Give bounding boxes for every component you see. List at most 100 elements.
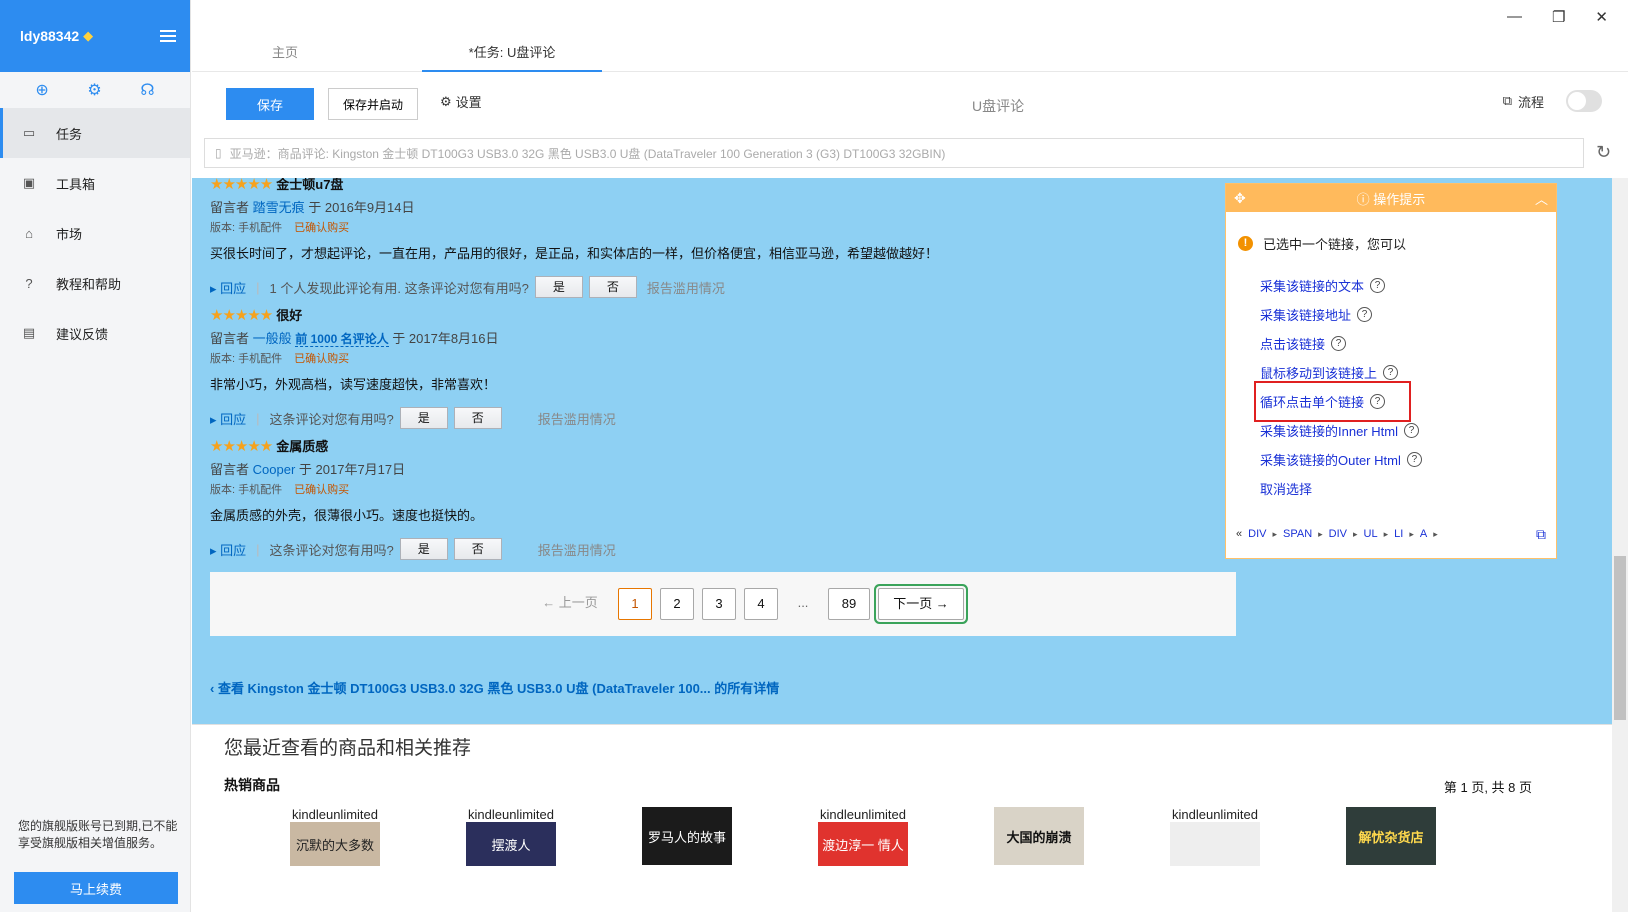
page-link[interactable]: 3	[702, 588, 736, 620]
settings-button[interactable]: ⚙ 设置	[440, 92, 482, 111]
extract-link-url-option[interactable]: 采集该链接地址?	[1260, 300, 1556, 329]
page-link[interactable]: 2	[660, 588, 694, 620]
save-and-start-button[interactable]: 保存并启动	[328, 88, 418, 120]
collapse-icon[interactable]: ︿	[1535, 189, 1548, 208]
add-icon[interactable]: ⊕	[35, 80, 48, 100]
section-title: 您最近查看的商品和相关推荐	[224, 738, 472, 759]
sidebar-item-toolbox[interactable]: ▣ 工具箱	[0, 158, 190, 208]
review-title[interactable]: 很好	[276, 308, 302, 323]
headset-icon[interactable]: ☊	[140, 80, 154, 100]
flow-label: 流程	[1517, 94, 1544, 110]
path-node[interactable]: A	[1420, 528, 1427, 540]
all-details-link[interactable]: ‹ 查看 Kingston 金士顿 DT100G3 USB3.0 32G 黑色 …	[210, 678, 779, 697]
user-account[interactable]: ldy88342 ◆	[20, 28, 93, 44]
sidebar-item-help[interactable]: ? 教程和帮助	[0, 258, 190, 308]
renew-button[interactable]: 马上续费	[14, 872, 178, 904]
review-prefix: 留言者	[210, 462, 250, 477]
review-date: 于 2016年9月14日	[308, 200, 415, 215]
double-chevron-left-icon[interactable]: «	[1236, 528, 1242, 540]
reply-link[interactable]: ▸ 回应	[210, 540, 246, 559]
scrollbar-thumb[interactable]	[1614, 556, 1626, 720]
path-node[interactable]: DIV	[1329, 528, 1347, 540]
helpful-yes-button[interactable]: 是	[534, 276, 583, 298]
review-body: 买很长时间了，才想起评论，一直在用，产品用的很好，是正品，和实体店的一样，但价格…	[210, 246, 939, 261]
option-label: 采集该链接地址	[1260, 308, 1352, 323]
loop-click-link-option[interactable]: 循环点击单个链接?	[1254, 381, 1411, 422]
page-link-last[interactable]: 89	[828, 588, 870, 620]
option-label: 采集该链接的Outer Html	[1260, 453, 1401, 468]
divider: |	[256, 541, 260, 557]
drag-handle-icon[interactable]: ✥	[1234, 190, 1246, 207]
report-abuse-link[interactable]: 报告滥用情况	[538, 540, 616, 559]
page-link[interactable]: 4	[744, 588, 778, 620]
review-title[interactable]: 金属质感	[276, 439, 328, 454]
book-carousel: kindleunlimited 沉默的大多数 kindleunlimited 摆渡人…	[288, 807, 1438, 867]
path-node[interactable]: LI	[1394, 528, 1403, 540]
helpful-yes-button[interactable]: 是	[399, 538, 448, 560]
book-cover: 摆渡人	[466, 822, 556, 866]
tab-task[interactable]: *任务: U盘评论	[422, 42, 602, 72]
report-abuse-link[interactable]: 报告滥用情况	[538, 409, 616, 428]
cancel-selection-option[interactable]: 取消选择	[1260, 474, 1556, 503]
help-circle-icon[interactable]: ?	[1403, 423, 1419, 438]
sidebar-item-feedback[interactable]: ▤ 建议反馈	[0, 308, 190, 358]
page-link-current[interactable]: 1	[618, 588, 652, 620]
help-circle-icon[interactable]: ?	[1370, 394, 1386, 409]
path-node[interactable]: UL	[1364, 528, 1378, 540]
reply-link[interactable]: ▸ 回应	[210, 409, 246, 428]
extract-outer-html-option[interactable]: 采集该链接的Outer Html?	[1260, 445, 1556, 474]
info-icon: ⓘ	[1356, 191, 1374, 207]
tab-home[interactable]: 主页	[272, 42, 298, 61]
help-circle-icon[interactable]: ?	[1331, 336, 1347, 351]
minimize-icon[interactable]: —	[1507, 8, 1522, 26]
review-author[interactable]: 一般般	[253, 331, 292, 346]
helpful-no-button[interactable]: 否	[453, 538, 502, 560]
review-title[interactable]: 金士顿u7盘	[276, 178, 343, 192]
helpful-no-button[interactable]: 否	[453, 407, 502, 429]
restore-icon[interactable]: ❐	[1552, 8, 1565, 26]
path-node[interactable]: DIV	[1248, 528, 1266, 540]
report-abuse-link[interactable]: 报告滥用情况	[647, 278, 725, 297]
tips-actions: 采集该链接的文本? 采集该链接地址? 点击该链接? 鼠标移动到该链接上? 循环点…	[1254, 271, 1556, 503]
gear-icon[interactable]: ⚙	[87, 80, 101, 100]
reply-link[interactable]: ▸ 回应	[210, 278, 246, 297]
helpful-no-button[interactable]: 否	[588, 276, 637, 298]
extract-link-text-option[interactable]: 采集该链接的文本?	[1260, 271, 1556, 300]
help-circle-icon[interactable]: ?	[1357, 307, 1373, 322]
review-item: ★★★★★ 金属质感 留言者 Cooper 于 2017年7月17日 版本: 手机…	[210, 436, 616, 560]
review-prefix: 留言者	[210, 200, 250, 215]
review-author[interactable]: Cooper	[253, 462, 296, 477]
helpful-yes-button[interactable]: 是	[399, 407, 448, 429]
username[interactable]: ldy88342	[20, 28, 79, 44]
menu-icon[interactable]	[160, 30, 176, 42]
help-circle-icon[interactable]: ?	[1406, 452, 1422, 467]
vertical-scrollbar[interactable]	[1612, 178, 1628, 912]
book-item[interactable]: kindleunlimited	[1168, 807, 1262, 867]
divider: |	[256, 279, 260, 295]
url-field[interactable]: ▯ 亚马逊：商品评论: Kingston 金士顿 DT100G3 USB3.0 …	[204, 138, 1584, 168]
help-circle-icon[interactable]: ?	[1370, 278, 1386, 293]
prev-page-link[interactable]: ← 上一页	[530, 588, 610, 620]
extract-inner-html-option[interactable]: 采集该链接的Inner Html?	[1260, 416, 1556, 445]
external-link-icon[interactable]: ⧉	[1536, 526, 1546, 543]
path-node[interactable]: SPAN	[1283, 528, 1312, 540]
next-page-link[interactable]: 下一页 →	[878, 588, 964, 620]
book-item[interactable]: kindleunlimited 摆渡人	[464, 807, 558, 867]
close-icon[interactable]: ✕	[1595, 8, 1608, 26]
save-button[interactable]: 保存	[226, 88, 314, 120]
book-item[interactable]: 解忧杂货店	[1344, 807, 1438, 867]
sidebar-item-tasks[interactable]: ▭ 任务	[0, 108, 190, 158]
hover-link-option[interactable]: 鼠标移动到该链接上?	[1260, 358, 1556, 387]
book-item[interactable]: 大国的崩溃	[992, 807, 1086, 867]
click-link-option[interactable]: 点击该链接?	[1260, 329, 1556, 358]
sidebar-item-market[interactable]: ⌂ 市场	[0, 208, 190, 258]
book-item[interactable]: kindleunlimited 渡边淳一 情人	[816, 807, 910, 867]
flow-toggle[interactable]	[1566, 90, 1602, 112]
refresh-icon[interactable]: ↻	[1596, 142, 1611, 163]
help-circle-icon[interactable]: ?	[1383, 365, 1399, 380]
book-item[interactable]: 罗马人的故事	[640, 807, 734, 867]
review-author[interactable]: 踏雪无痕	[253, 200, 305, 215]
book-item[interactable]: kindleunlimited 沉默的大多数	[288, 807, 382, 867]
star-rating: ★★★★★	[210, 438, 273, 455]
top-reviewer-badge[interactable]: 前 1000 名评论人	[295, 332, 389, 347]
